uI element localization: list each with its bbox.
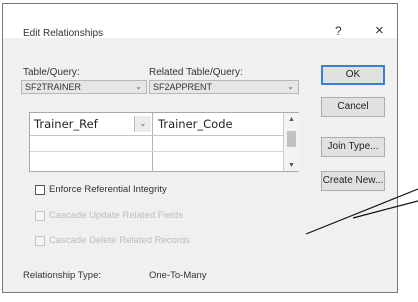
callout-line-lower — [352, 200, 418, 219]
callout-pointer-lines — [305, 188, 418, 235]
callout-line-upper — [305, 188, 418, 235]
